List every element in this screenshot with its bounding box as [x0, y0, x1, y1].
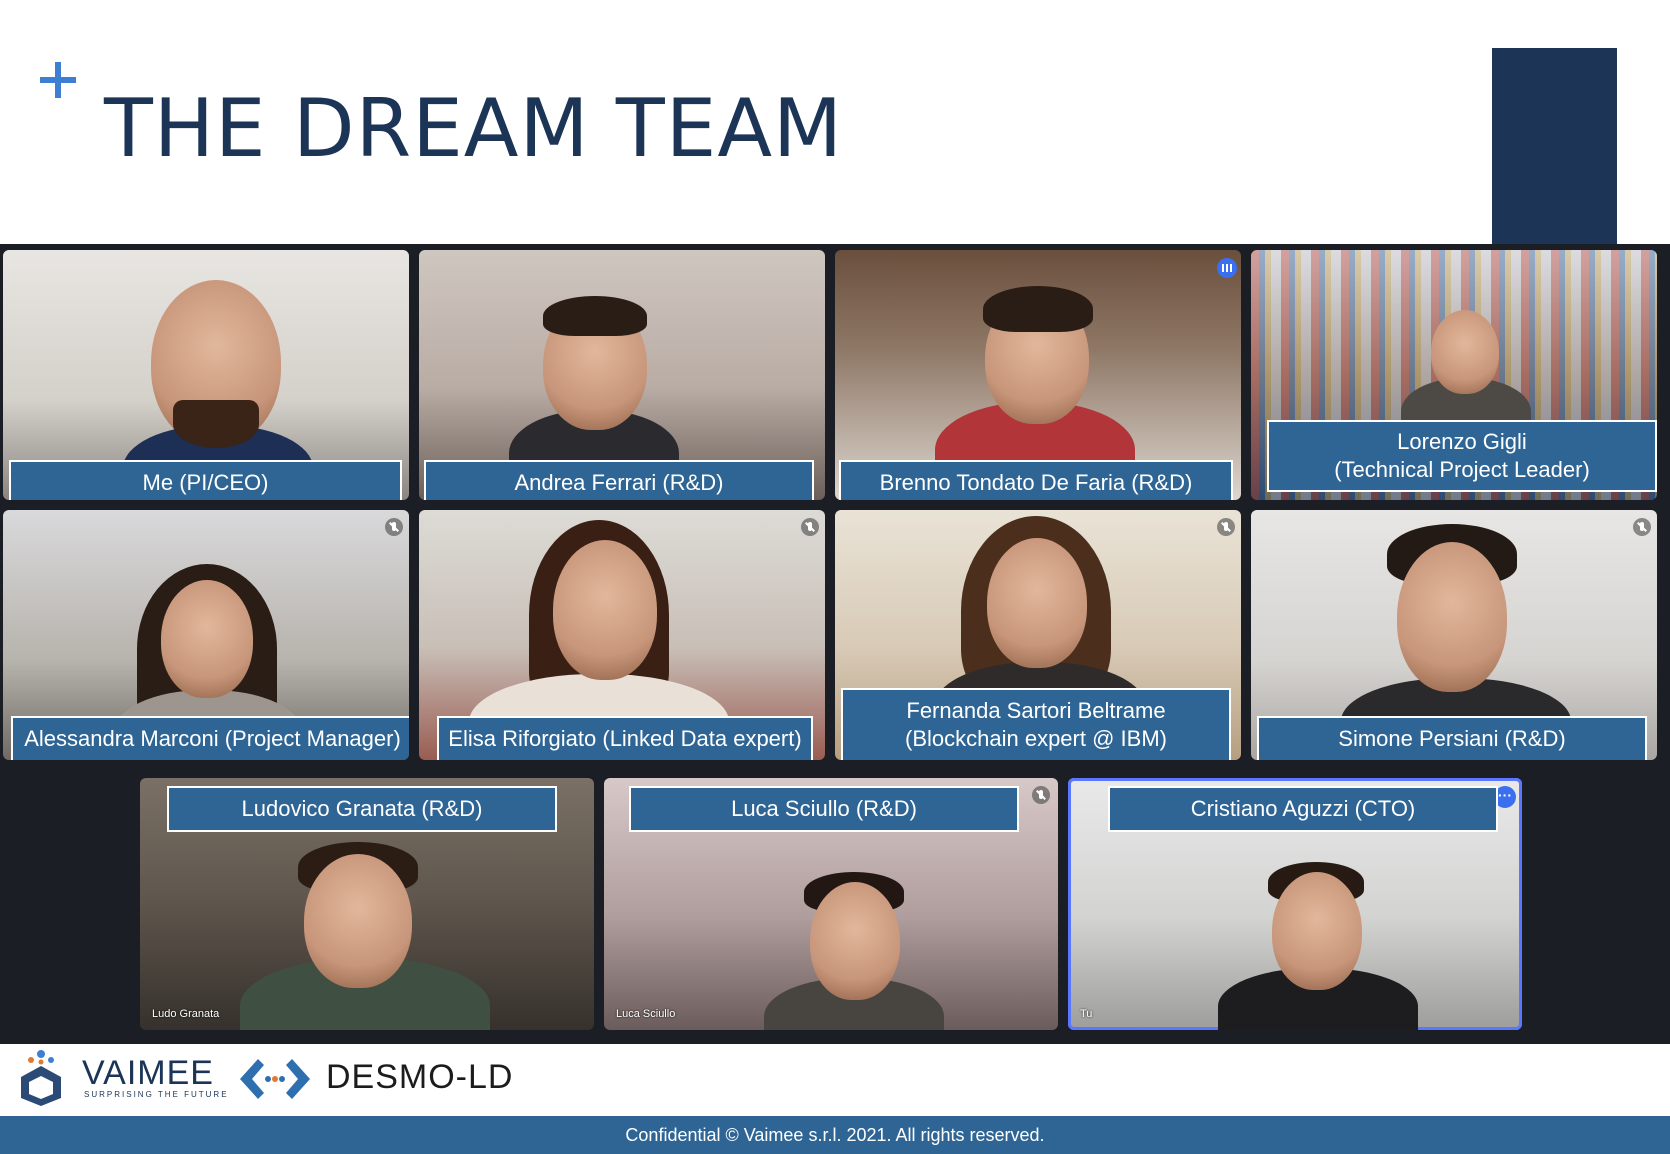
participant-label: Ludovico Granata (R&D) — [167, 786, 557, 832]
participant-name: Ludo Granata — [152, 1008, 220, 1020]
corner-decoration — [1492, 48, 1617, 244]
video-tile[interactable]: Elisa Riforgiato (Linked Data expert) — [419, 510, 825, 760]
participant-label: Alessandra Marconi (Project Manager) — [11, 716, 409, 760]
video-call-grid: Me (PI/CEO) Andrea Ferrari (R&D) Brenno … — [0, 244, 1670, 1044]
participant-label: Lorenzo Gigli (Technical Project Leader) — [1267, 420, 1657, 492]
participant-name: Luca Sciullo — [616, 1008, 676, 1020]
video-tile[interactable]: Andrea Ferrari (R&D) — [419, 250, 825, 500]
video-tile[interactable]: Simone Persiani (R&D) — [1251, 510, 1657, 760]
participant-label: Andrea Ferrari (R&D) — [424, 460, 814, 500]
participant-label: Simone Persiani (R&D) — [1257, 716, 1647, 760]
participant-label: Luca Sciullo (R&D) — [629, 786, 1019, 832]
participant-label: Cristiano Aguzzi (CTO) — [1108, 786, 1498, 832]
copyright-footer: Confidential © Vaimee s.r.l. 2021. All r… — [0, 1116, 1670, 1154]
video-tile[interactable]: Brenno Tondato De Faria (R&D) — [835, 250, 1241, 500]
vaimee-tagline: SURPRISING THE FUTURE — [84, 1090, 229, 1099]
slide: THE DREAM TEAM Me (PI/CEO) Andrea Ferrar… — [0, 0, 1670, 1154]
mic-off-icon — [1217, 518, 1235, 536]
mic-off-icon — [1633, 518, 1651, 536]
video-tile[interactable]: Alessandra Marconi (Project Manager) — [3, 510, 409, 760]
video-tile[interactable]: Lorenzo Gigli (Technical Project Leader) — [1251, 250, 1657, 500]
video-tile[interactable]: Ludovico Granata (R&D) Ludo Granata — [140, 778, 594, 1030]
desmo-ld-wordmark: DESMO-LD — [326, 1058, 514, 1096]
video-tile[interactable]: ··· Cristiano Aguzzi (CTO) Tu — [1068, 778, 1522, 1030]
video-tile[interactable]: Me (PI/CEO) — [3, 250, 409, 500]
mic-off-icon — [801, 518, 819, 536]
participant-label: Fernanda Sartori Beltrame (Blockchain ex… — [841, 688, 1231, 760]
participant-label: Me (PI/CEO) — [9, 460, 402, 500]
vaimee-logo-icon — [21, 1050, 61, 1106]
mic-off-icon — [1032, 786, 1050, 804]
speaking-icon — [1217, 258, 1237, 278]
video-tile[interactable]: Fernanda Sartori Beltrame (Blockchain ex… — [835, 510, 1241, 760]
participant-name: Tu — [1080, 1008, 1093, 1020]
plus-icon — [40, 62, 76, 98]
participant-label: Brenno Tondato De Faria (R&D) — [839, 460, 1233, 500]
slide-title: THE DREAM TEAM — [104, 82, 844, 175]
desmo-ld-logo-icon — [240, 1059, 310, 1099]
video-tile[interactable]: Luca Sciullo (R&D) Luca Sciullo — [604, 778, 1058, 1030]
mic-off-icon — [385, 518, 403, 536]
vaimee-wordmark: VAIMEE — [82, 1054, 214, 1092]
participant-label: Elisa Riforgiato (Linked Data expert) — [437, 716, 813, 760]
